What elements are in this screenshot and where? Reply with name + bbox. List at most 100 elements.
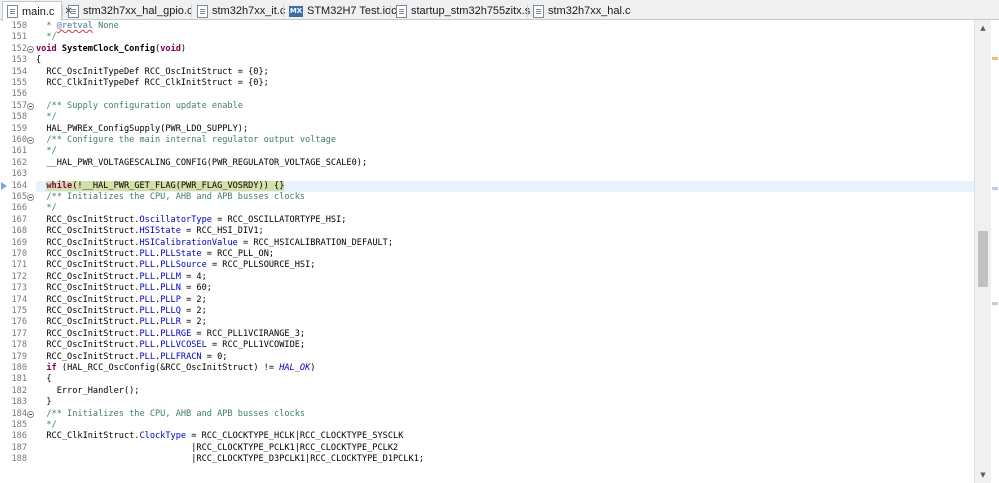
code-token: RCC_OscInitStruct.	[36, 328, 140, 339]
code-token: PLLP	[160, 294, 181, 305]
code-line[interactable]: void SystemClock_Config(void)	[36, 44, 186, 55]
code-line[interactable]: |RCC_CLOCKTYPE_PCLK1|RCC_CLOCKTYPE_PCLK2	[36, 443, 398, 454]
code-token: = RCC_PLL_ON;	[201, 249, 275, 259]
scrollbar-thumb[interactable]	[978, 230, 988, 287]
code-line[interactable]: */	[36, 420, 56, 431]
code-token: PLLR	[160, 317, 181, 328]
line-number: 164	[11, 180, 27, 191]
code-line[interactable]: */	[36, 112, 57, 123]
overview-ruler[interactable]	[991, 20, 999, 483]
code-token: PLLState	[160, 249, 202, 259]
code-token: RCC_OscInitStruct.	[36, 317, 140, 328]
code-line[interactable]: RCC_OscInitStruct.PLL.PLLM = 4;	[36, 271, 206, 283]
scroll-down-icon[interactable]: ▼	[975, 467, 991, 483]
code-line[interactable]: RCC_OscInitStruct.HSIState = RCC_HSI_DIV…	[36, 226, 263, 237]
code-line[interactable]: */	[36, 203, 57, 214]
code-editor[interactable]: 150 151 152 153 154 155 156 157 158 159 160 161 162 1…	[0, 20, 999, 483]
vertical-scrollbar[interactable]: ▲ ▼	[974, 20, 991, 483]
line-number: 183	[11, 397, 27, 408]
line-number: 152	[11, 43, 27, 54]
editor-tab-bar: main.c ✕ stm32h7xx_hal_gpio.c stm32h7xx_it.…	[0, 0, 999, 21]
tab-stm32h7-test-ioc[interactable]: MX STM32H7 Test.ioc	[285, 2, 397, 20]
collapse-fold-icon[interactable]	[27, 137, 34, 145]
code-line[interactable]: RCC_OscInitStruct.PLL.PLLState = RCC_PLL…	[36, 249, 274, 260]
line-number: 162	[11, 157, 27, 168]
tab-main-c[interactable]: main.c ✕	[2, 1, 73, 21]
code-line[interactable]: RCC_OscInitTypeDef RCC_OscInitStruct = {…	[36, 67, 268, 78]
code-token: RCC_OscInitStruct.	[36, 260, 140, 271]
code-token: None	[92, 21, 119, 31]
code-line[interactable]: */	[36, 32, 56, 43]
code-line[interactable]: if (HAL_RCC_OscConfig(&RCC_OscInitStruct…	[36, 363, 315, 374]
code-line[interactable]: RCC_OscInitStruct.PLL.PLLSource = RCC_PL…	[36, 260, 315, 271]
code-token: HSICalibrationValue	[139, 237, 238, 248]
scroll-up-icon[interactable]: ▲	[975, 20, 991, 36]
code-token: PLL	[139, 283, 156, 294]
code-line[interactable]: RCC_OscInitStruct.HSICalibrationValue = …	[36, 238, 393, 249]
code-line[interactable]: |RCC_CLOCKTYPE_D3PCLK1|RCC_CLOCKTYPE_D1P…	[36, 454, 424, 465]
line-number: 185	[11, 420, 27, 430]
line-number: 158	[11, 112, 27, 123]
code-line[interactable]: RCC_OscInitStruct.PLL.PLLN = 60;	[36, 283, 212, 294]
collapse-fold-icon[interactable]	[27, 103, 34, 110]
code-line[interactable]: while(!__HAL_PWR_GET_FLAG(PWR_FLAG_VOSRD…	[36, 180, 285, 192]
collapse-fold-icon[interactable]	[27, 410, 34, 418]
tab-separator	[283, 5, 284, 17]
tab-label: stm32h7xx_hal.c	[548, 5, 631, 17]
code-line[interactable]: RCC_OscInitStruct.OscillatorType = RCC_O…	[36, 215, 346, 226]
code-line[interactable]: }	[36, 397, 51, 408]
code-token: RCC_OscInitStruct.	[36, 214, 140, 225]
overview-marker[interactable]	[992, 57, 998, 61]
code-area[interactable]: * @retval None */void SystemClock_Config…	[36, 20, 974, 483]
code-line[interactable]: RCC_OscInitStruct.PLL.PLLRGE = RCC_PLL1V…	[36, 329, 305, 340]
code-line[interactable]: /** Initializes the CPU, AHB and APB bus…	[36, 409, 305, 420]
code-line[interactable]: */	[36, 146, 57, 157]
code-line[interactable]: * @retval None	[36, 21, 119, 32]
code-line[interactable]: RCC_OscInitStruct.PLL.PLLR = 2;	[36, 317, 206, 328]
code-token: */	[36, 112, 57, 123]
code-token: = RCC_PLL1VCIRANGE_3;	[191, 328, 306, 339]
code-line[interactable]: RCC_OscInitStruct.PLL.PLLFRACN = 0;	[36, 352, 227, 363]
code-token: = RCC_PLL1VCOWIDE;	[206, 340, 306, 351]
collapse-fold-icon[interactable]	[27, 46, 34, 53]
code-token: PLL	[139, 260, 156, 271]
code-line[interactable]: /** Supply configuration update enable	[36, 101, 243, 112]
code-line[interactable]: {	[36, 55, 41, 66]
tab-stm32h7xx-hal-gpio-c[interactable]: stm32h7xx_hal_gpio.c	[64, 2, 192, 20]
close-icon[interactable]: ✕	[64, 6, 72, 17]
code-token: */	[36, 146, 57, 157]
code-line[interactable]: RCC_ClkInitTypeDef RCC_ClkInitStruct = {…	[36, 78, 268, 89]
code-line[interactable]: HAL_PWREx_ConfigSupply(PWR_LDO_SUPPLY);	[36, 124, 248, 135]
code-line[interactable]: RCC_OscInitStruct.PLL.PLLP = 2;	[36, 294, 206, 306]
code-line[interactable]: {	[36, 374, 51, 385]
overview-marker[interactable]	[992, 186, 998, 190]
code-token: = 60;	[180, 283, 212, 294]
tab-stm32h7xx-hal-c[interactable]: stm32h7xx_hal.c	[529, 2, 639, 20]
code-token: HAL_OK	[279, 363, 311, 373]
code-token: PLLFRACN	[160, 351, 202, 362]
tab-startup-stm32h755zitx-s[interactable]: startup_stm32h755zitx.s	[392, 2, 530, 20]
tab-label: stm32h7xx_hal_gpio.c	[83, 5, 193, 17]
tab-stm32h7xx-it-c[interactable]: stm32h7xx_it.c	[193, 2, 285, 20]
line-number: 163	[11, 169, 27, 180]
c-file-icon	[7, 5, 18, 18]
code-line[interactable]: Error_Handler();	[36, 386, 140, 397]
code-token: RCC_OscInitStruct.	[36, 271, 140, 282]
instruction-pointer-icon	[1, 182, 7, 191]
code-line[interactable]: /** Initializes the CPU, AHB and APB bus…	[36, 192, 305, 203]
code-token: */	[36, 203, 57, 214]
collapse-fold-icon[interactable]	[27, 194, 34, 202]
code-line[interactable]: __HAL_PWR_VOLTAGESCALING_CONFIG(PWR_REGU…	[36, 158, 367, 169]
code-token: PLLQ	[160, 306, 181, 316]
code-token: RCC_OscInitStruct.	[36, 249, 140, 259]
code-token: = 2;	[180, 306, 207, 316]
code-line[interactable]: RCC_OscInitStruct.PLL.PLLQ = 2;	[36, 306, 207, 317]
code-line[interactable]: RCC_ClkInitStruct.ClockType = RCC_CLOCKT…	[36, 431, 403, 442]
code-token: RCC_OscInitStruct.	[36, 306, 140, 316]
overview-marker[interactable]	[992, 302, 998, 306]
code-token: HAL_PWREx_ConfigSupply(PWR_LDO_SUPPLY);	[36, 123, 249, 134]
code-line[interactable]: RCC_OscInitStruct.PLL.PLLVCOSEL = RCC_PL…	[36, 340, 305, 351]
code-line[interactable]: /** Configure the main internal regulato…	[36, 135, 336, 146]
code-token: __HAL_PWR_VOLTAGESCALING_CONFIG(PWR_REGU…	[36, 157, 368, 168]
code-token: RCC_ClkInitStruct.	[36, 431, 140, 442]
